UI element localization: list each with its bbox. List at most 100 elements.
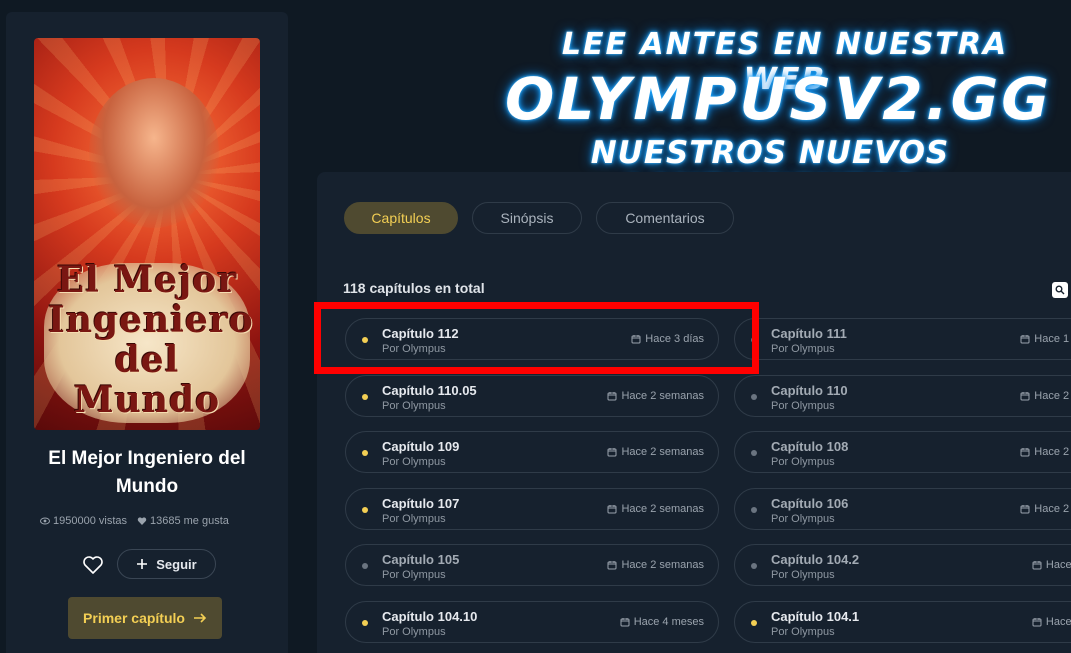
arrow-right-icon: [193, 613, 207, 623]
chapter-date: Hace 3 m: [1032, 559, 1071, 571]
chapter-author: Por Olympus: [771, 456, 835, 468]
chapter-item[interactable]: Capítulo 110 Por Olympus Hace 2 sem: [734, 375, 1071, 417]
views-stat: 1950000 vistas: [40, 515, 127, 527]
chapter-time-label: Hace 4 m: [1045, 616, 1071, 628]
banner-line-2: OLYMPUSV2.GG: [505, 65, 1052, 133]
chapter-status-dot: [362, 563, 368, 569]
chapter-item[interactable]: Capítulo 112 Por Olympus Hace 3 días: [345, 318, 719, 360]
calendar-icon: [607, 505, 617, 514]
eye-icon: [40, 517, 50, 525]
chapter-item[interactable]: Capítulo 104.1 Por Olympus Hace 4 m: [734, 601, 1071, 643]
first-chapter-label: Primer capítulo: [83, 610, 185, 626]
chapter-time-label: Hace 2 semanas: [621, 503, 704, 515]
tab-comments[interactable]: Comentarios: [596, 202, 734, 234]
tab-chapters[interactable]: Capítulos: [344, 202, 458, 234]
chapter-date: Hace 4 m: [1032, 616, 1071, 628]
calendar-icon: [1020, 335, 1030, 344]
chapter-status-dot: [362, 394, 368, 400]
chapter-author: Por Olympus: [771, 400, 835, 412]
chapter-time-label: Hace 2 semanas: [621, 390, 704, 402]
calendar-icon: [1020, 505, 1030, 514]
chapter-title: Capítulo 110.05: [382, 383, 477, 398]
search-icon[interactable]: [1052, 282, 1068, 298]
first-chapter-button[interactable]: Primer capítulo: [68, 597, 222, 639]
chapter-time-label: Hace 2 semanas: [621, 559, 704, 571]
chapter-time-label: Hace 2 sem: [1034, 446, 1071, 458]
chapter-item[interactable]: Capítulo 109 Por Olympus Hace 2 semanas: [345, 431, 719, 473]
chapter-author: Por Olympus: [382, 456, 446, 468]
chapter-item[interactable]: Capítulo 110.05 Por Olympus Hace 2 semanas: [345, 375, 719, 417]
like-button[interactable]: [80, 552, 106, 578]
chapter-time-label: Hace 4 meses: [633, 616, 704, 628]
chapter-title: Capítulo 111: [771, 326, 847, 341]
chapter-title: Capítulo 104.2: [771, 552, 860, 567]
calendar-icon: [607, 561, 617, 570]
chapter-status-dot: [751, 450, 757, 456]
chapter-date: Hace 2 sem: [1020, 390, 1071, 402]
chapter-title: Capítulo 105: [382, 552, 460, 567]
calendar-icon: [1020, 392, 1030, 401]
chapter-item[interactable]: Capítulo 108 Por Olympus Hace 2 sem: [734, 431, 1071, 473]
chapter-date: Hace 1 sem: [1020, 333, 1071, 345]
chapter-date: Hace 4 meses: [620, 616, 704, 628]
chapter-status-dot: [362, 620, 368, 626]
calendar-icon: [620, 618, 630, 627]
likes-count: 13685 me gusta: [150, 515, 229, 527]
follow-button[interactable]: Seguir: [117, 549, 216, 579]
views-count: 1950000 vistas: [53, 515, 127, 527]
chapter-item[interactable]: Capítulo 106 Por Olympus Hace 2 sem: [734, 488, 1071, 530]
chapter-date: Hace 2 semanas: [607, 390, 704, 402]
plus-icon: [137, 559, 148, 569]
chapter-item[interactable]: Capítulo 104.2 Por Olympus Hace 3 m: [734, 544, 1071, 586]
tab-synopsis[interactable]: Sinópsis: [472, 202, 582, 234]
calendar-icon: [1032, 561, 1042, 570]
chapter-item[interactable]: Capítulo 104.10 Por Olympus Hace 4 meses: [345, 601, 719, 643]
chapter-author: Por Olympus: [771, 343, 835, 355]
manga-title: El Mejor Ingeniero del Mundo: [48, 448, 246, 497]
calendar-icon: [1020, 448, 1030, 457]
chapter-title: Capítulo 104.10: [382, 609, 478, 624]
chapter-author: Por Olympus: [382, 400, 446, 412]
cover-image[interactable]: El Mejor Ingeniero del Mundo: [34, 38, 260, 430]
chapter-status-dot: [751, 563, 757, 569]
chapter-item[interactable]: Capítulo 107 Por Olympus Hace 2 semanas: [345, 488, 719, 530]
chapter-author: Por Olympus: [771, 626, 835, 638]
chapter-status-dot: [751, 337, 757, 343]
chapter-title: Capítulo 107: [382, 496, 460, 511]
chapter-title: Capítulo 109: [382, 439, 460, 454]
heart-icon: [83, 556, 103, 574]
chapter-date: Hace 2 semanas: [607, 559, 704, 571]
cover-title-art: El Mejor Ingeniero del Mundo: [48, 259, 254, 421]
chapter-status-dot: [751, 394, 757, 400]
chapter-author: Por Olympus: [382, 569, 446, 581]
likes-stat: 13685 me gusta: [137, 515, 229, 527]
chapter-time-label: Hace 3 días: [645, 333, 704, 345]
chapter-time-label: Hace 2 sem: [1034, 503, 1071, 515]
cover-character: [89, 78, 219, 228]
follow-label: Seguir: [156, 556, 197, 572]
chapter-item[interactable]: Capítulo 105 Por Olympus Hace 2 semanas: [345, 544, 719, 586]
chapter-time-label: Hace 2 sem: [1034, 390, 1071, 402]
calendar-icon: [607, 392, 617, 401]
chapter-time-label: Hace 2 semanas: [621, 446, 704, 458]
chapter-status-dot: [362, 507, 368, 513]
chapter-date: Hace 2 semanas: [607, 446, 704, 458]
calendar-icon: [607, 448, 617, 457]
chapter-date: Hace 3 días: [631, 333, 704, 345]
heart-small-icon: [137, 517, 147, 525]
chapter-title: Capítulo 106: [771, 496, 849, 511]
chapter-date: Hace 2 sem: [1020, 503, 1071, 515]
chapter-status-dot: [362, 337, 368, 343]
calendar-icon: [631, 335, 641, 344]
chapter-item[interactable]: Capítulo 111 Por Olympus Hace 1 sem: [734, 318, 1071, 360]
chapter-status-dot: [751, 507, 757, 513]
tab-bar: Capítulos Sinópsis Comentarios: [344, 202, 734, 234]
chapter-time-label: Hace 3 m: [1045, 559, 1071, 571]
chapter-author: Por Olympus: [771, 569, 835, 581]
manga-stats: 1950000 vistas 13685 me gusta: [40, 515, 250, 527]
chapter-author: Por Olympus: [771, 513, 835, 525]
chapter-time-label: Hace 1 sem: [1034, 333, 1071, 345]
chapters-total: 118 capítulos en total: [343, 280, 485, 296]
chapter-author: Por Olympus: [382, 343, 446, 355]
chapter-title: Capítulo 104.1: [771, 609, 860, 624]
